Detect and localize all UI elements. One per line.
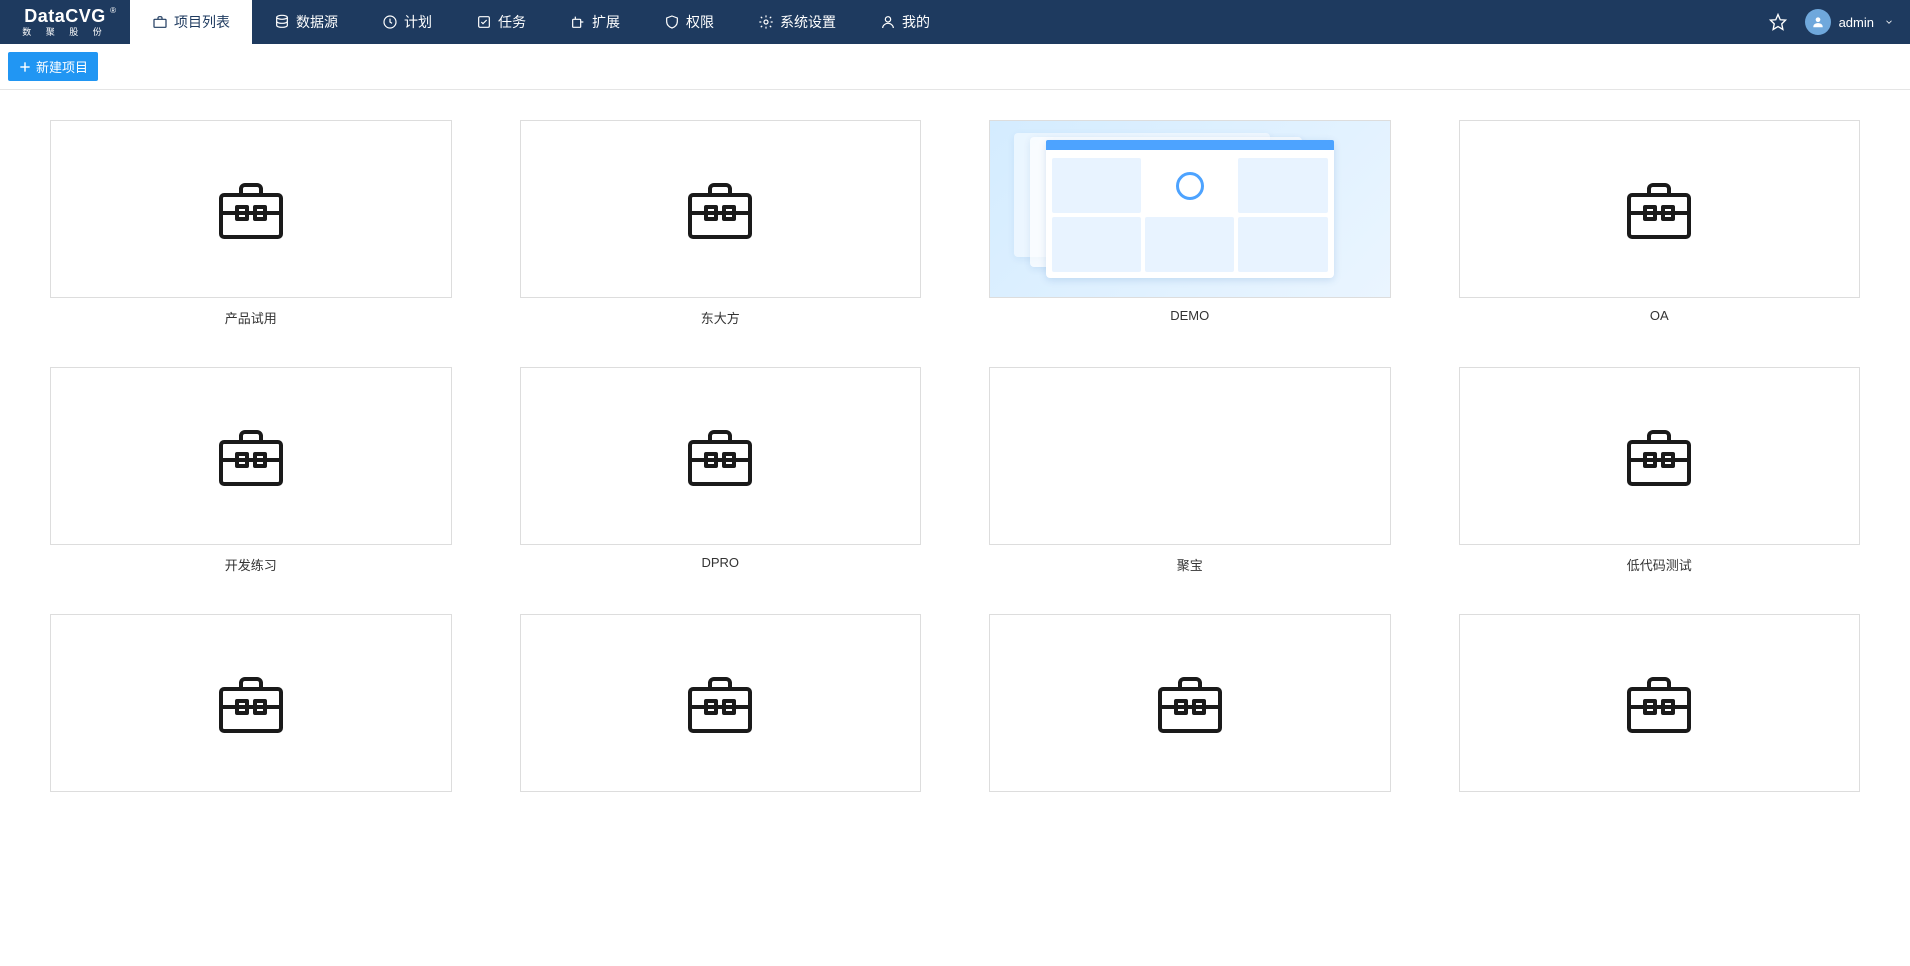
project-10 [989,614,1391,802]
project-card[interactable] [520,120,922,298]
star-icon[interactable] [1769,13,1787,31]
logo-text: DataCVG [24,6,106,27]
project-6: 聚宝 [989,367,1391,574]
project-card[interactable] [1459,120,1861,298]
plugin-icon [570,14,586,30]
logo-registered: ® [110,6,116,15]
briefcase-icon [1623,177,1695,241]
briefcase-icon [1154,671,1226,735]
project-title: 低代码测试 [1627,555,1692,574]
user-icon [880,14,896,30]
nav-item-4[interactable]: 扩展 [548,0,642,44]
nav-item-3[interactable]: 任务 [454,0,548,44]
project-title: OA [1650,308,1669,323]
project-title: 开发练习 [225,555,277,574]
new-project-button[interactable]: 新建项目 [8,52,98,81]
nav-label: 计划 [404,12,432,32]
nav-label: 权限 [686,12,714,32]
briefcase-icon [1623,424,1695,488]
project-card[interactable] [50,614,452,792]
briefcase-icon [152,14,168,30]
nav-label: 任务 [498,12,526,32]
header: DataCVG 数 聚 股 份 ® 项目列表数据源计划任务扩展权限系统设置我的 … [0,0,1910,44]
nav-item-0[interactable]: 项目列表 [130,0,252,44]
project-title: DEMO [1170,308,1209,323]
nav-label: 系统设置 [780,12,836,32]
project-title: 东大方 [701,308,740,327]
new-project-label: 新建项目 [36,57,88,76]
user-menu[interactable]: admin [1805,9,1894,35]
project-card[interactable] [989,614,1391,792]
project-card[interactable] [50,367,452,545]
toolbar: 新建项目 [0,44,1910,90]
briefcase-icon [215,177,287,241]
briefcase-icon [684,424,756,488]
shield-icon [664,14,680,30]
logo-subtext: 数 聚 股 份 [22,25,108,38]
project-11 [1459,614,1861,802]
project-card[interactable] [989,367,1391,545]
user-name: admin [1839,15,1874,30]
nav-label: 数据源 [296,12,338,32]
project-grid: 产品试用 东大方 DEMO OA 开发练习 DPRO 聚宝 低代码测试 [0,90,1910,832]
clock-icon [382,14,398,30]
briefcase-icon [215,671,287,735]
project-title: 产品试用 [225,308,277,327]
project-2: DEMO [989,120,1391,327]
project-0: 产品试用 [50,120,452,327]
nav-item-6[interactable]: 系统设置 [736,0,858,44]
plus-icon [18,60,32,74]
briefcase-icon [684,177,756,241]
nav-item-2[interactable]: 计划 [360,0,454,44]
nav-item-7[interactable]: 我的 [858,0,952,44]
project-card[interactable] [50,120,452,298]
project-title: DPRO [701,555,739,570]
project-9 [520,614,922,802]
project-title: 聚宝 [1177,555,1203,574]
chevron-down-icon [1884,17,1894,27]
checklist-icon [476,14,492,30]
project-7: 低代码测试 [1459,367,1861,574]
project-card[interactable] [1459,614,1861,792]
project-8 [50,614,452,802]
project-card[interactable] [520,614,922,792]
project-4: 开发练习 [50,367,452,574]
nav-label: 项目列表 [174,12,230,32]
project-1: 东大方 [520,120,922,327]
nav-label: 扩展 [592,12,620,32]
logo[interactable]: DataCVG 数 聚 股 份 ® [0,0,130,44]
main-nav: 项目列表 数据源 计划 任务 扩展 权限 系统设置 我的 [130,0,952,44]
nav-item-1[interactable]: 数据源 [252,0,360,44]
gear-icon [758,14,774,30]
briefcase-icon [684,671,756,735]
header-right: admin [1769,0,1910,44]
nav-item-5[interactable]: 权限 [642,0,736,44]
database-icon [274,14,290,30]
briefcase-icon [215,424,287,488]
avatar [1805,9,1831,35]
briefcase-icon [1623,671,1695,735]
project-card[interactable] [520,367,922,545]
project-card[interactable] [1459,367,1861,545]
project-card[interactable] [989,120,1391,298]
nav-label: 我的 [902,12,930,32]
project-5: DPRO [520,367,922,574]
project-3: OA [1459,120,1861,327]
